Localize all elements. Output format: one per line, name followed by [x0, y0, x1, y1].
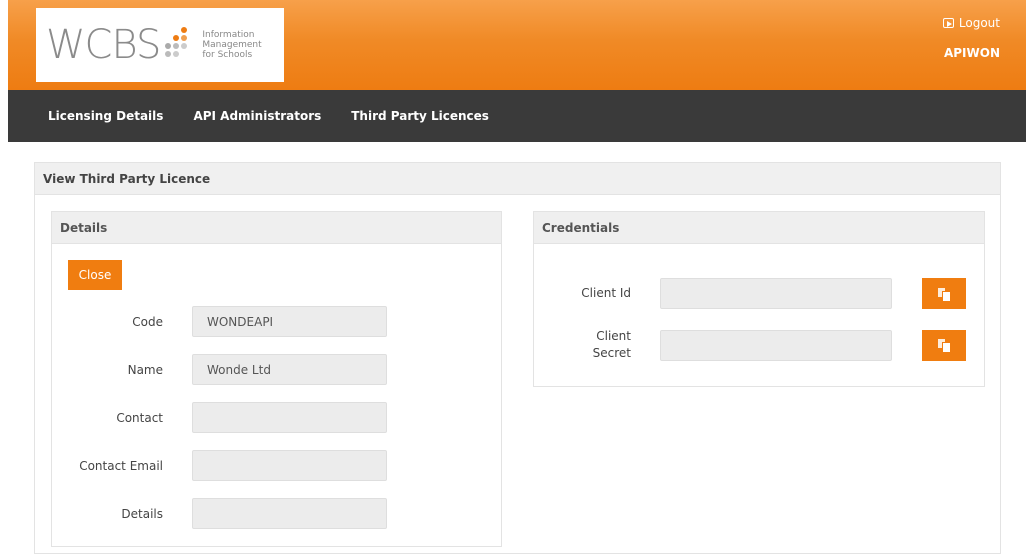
contact-email-row: Contact Email — [52, 450, 387, 481]
name-field[interactable] — [192, 354, 387, 385]
close-button[interactable]: Close — [68, 260, 122, 290]
contact-row: Contact — [52, 402, 387, 433]
user-area: Logout APIWON — [942, 16, 1000, 60]
credentials-panel: Credentials Client Id Client Secret — [533, 211, 985, 387]
name-label: Name — [127, 362, 163, 377]
logout-icon — [942, 18, 954, 28]
copy-icon — [938, 287, 950, 301]
client-id-label: Client Id — [581, 286, 631, 300]
app-header: WCBS Information Management for Schools … — [8, 0, 1026, 90]
credentials-heading: Credentials — [534, 212, 984, 244]
code-field[interactable] — [192, 306, 387, 337]
details-label: Details — [121, 506, 163, 521]
client-id-field[interactable] — [660, 278, 892, 309]
contact-email-field[interactable] — [192, 450, 387, 481]
nav-item-api-administrators[interactable]: API Administrators — [193, 109, 321, 123]
nav-item-licensing-details[interactable]: Licensing Details — [48, 109, 163, 123]
username: APIWON — [943, 46, 1000, 60]
copy-client-secret-button[interactable] — [922, 329, 966, 361]
wcbs-logo: WCBS Information Management for Schools — [36, 8, 284, 82]
client-secret-field[interactable] — [660, 329, 892, 361]
details-row: Details — [52, 498, 387, 529]
logo-tagline: Information Management for Schools — [202, 30, 262, 60]
copy-client-id-button[interactable] — [922, 278, 966, 309]
main-nav: Licensing Details API Administrators Thi… — [8, 90, 1026, 142]
contact-field[interactable] — [192, 402, 387, 433]
licence-panel: View Third Party Licence Details Close C… — [34, 162, 1001, 554]
details-heading: Details — [52, 212, 501, 244]
logout-label: Logout — [958, 16, 1000, 30]
client-secret-label: Client Secret — [592, 329, 631, 360]
client-id-row: Client Id — [534, 278, 966, 309]
code-label: Code — [132, 314, 163, 329]
logo-dots-icon — [164, 25, 194, 65]
contact-email-label: Contact Email — [79, 458, 163, 473]
page-title: View Third Party Licence — [35, 163, 1000, 195]
code-row: Code — [52, 306, 387, 337]
logo-wordmark: WCBS — [46, 22, 161, 68]
logout-link[interactable]: Logout — [942, 16, 1000, 30]
nav-item-third-party-licences[interactable]: Third Party Licences — [351, 109, 489, 123]
name-row: Name — [52, 354, 387, 385]
details-field[interactable] — [192, 498, 387, 529]
client-secret-row: Client Secret — [534, 328, 966, 362]
copy-icon — [938, 339, 950, 352]
contact-label: Contact — [116, 410, 163, 425]
details-panel: Details Close Code Name Contact Contact … — [51, 211, 502, 547]
